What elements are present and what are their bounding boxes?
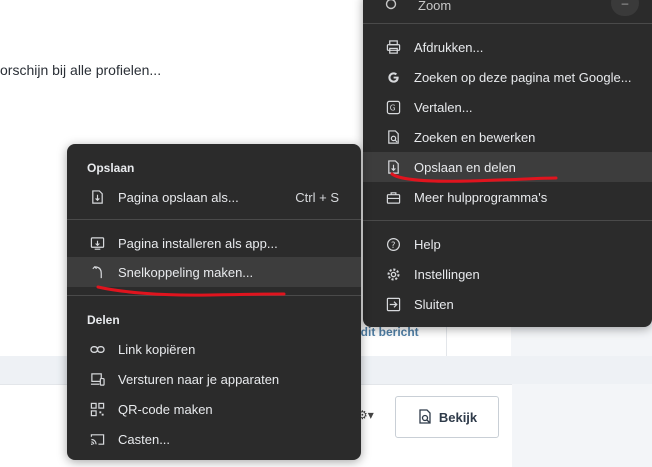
toolbox-icon xyxy=(385,189,401,205)
menu-item-help[interactable]: ? Help xyxy=(363,229,652,259)
separator xyxy=(67,219,361,220)
menu-item-qr-code[interactable]: QR-code maken xyxy=(67,394,361,424)
menu-item-cast[interactable]: Casten... xyxy=(67,424,361,454)
svg-text:G: G xyxy=(389,103,395,112)
save-share-icon xyxy=(385,159,401,175)
menu-item-find-edit[interactable]: Zoeken en bewerken xyxy=(363,122,652,152)
fullscreen-button[interactable]: – xyxy=(611,0,639,16)
menu-item-label: Afdrukken... xyxy=(414,39,484,55)
help-icon: ? xyxy=(385,236,401,252)
menu-item-label: Sluiten xyxy=(414,296,454,312)
svg-text:?: ? xyxy=(390,239,394,249)
menu-item-label: Meer hulpprogramma's xyxy=(414,189,548,205)
translate-icon: G xyxy=(385,99,401,115)
menu-item-label: Zoeken op deze pagina met Google... xyxy=(414,69,632,85)
menu-item-label: Opslaan en delen xyxy=(414,159,516,175)
menu-item-send-devices[interactable]: Versturen naar je apparaten xyxy=(67,364,361,394)
menu-item-install-app[interactable]: Pagina installeren als app... xyxy=(67,228,361,258)
shortcut-text: Ctrl + S xyxy=(295,189,339,205)
install-app-icon xyxy=(89,235,105,251)
google-icon xyxy=(385,69,401,85)
menu-item-save-share[interactable]: Opslaan en delen xyxy=(363,152,652,182)
gear-icon xyxy=(385,266,401,282)
qr-code-icon xyxy=(89,401,105,417)
menu-item-label: Versturen naar je apparaten xyxy=(118,371,280,387)
menu-item-create-shortcut[interactable]: Snelkoppeling maken... xyxy=(67,257,361,287)
profile-text: orschijn bij alle profielen... xyxy=(0,62,162,78)
menu-item-search-google[interactable]: Zoeken op deze pagina met Google... xyxy=(363,62,652,92)
menu-item-more-tools[interactable]: Meer hulpprogramma's xyxy=(363,182,652,212)
menu-item-settings[interactable]: Instellingen xyxy=(363,259,652,289)
menu-item-copy-link[interactable]: Link kopiëren xyxy=(67,334,361,364)
menu-item-label: Snelkoppeling maken... xyxy=(118,264,254,280)
section-save: Opslaan xyxy=(87,161,135,175)
find-edit-icon xyxy=(385,129,401,145)
separator xyxy=(363,220,652,221)
exit-icon xyxy=(385,296,401,312)
menu-item-save-page[interactable]: Pagina opslaan als... Ctrl + S xyxy=(67,182,361,212)
shortcut-icon xyxy=(89,264,105,280)
save-page-icon xyxy=(89,189,105,205)
save-share-submenu: Opslaan Pagina opslaan als... Ctrl + S P… xyxy=(67,144,361,460)
zoom-label: Zoom xyxy=(418,0,452,13)
menu-item-label: Help xyxy=(414,236,441,252)
preview-icon xyxy=(419,409,431,424)
menu-item-print[interactable]: Afdrukken... xyxy=(363,32,652,62)
link-icon xyxy=(89,341,105,357)
menu-item-label: Instellingen xyxy=(414,266,480,282)
separator xyxy=(67,295,361,296)
chrome-main-menu: Zoom – Afdrukken... Zoeken op deze pagin… xyxy=(363,0,652,327)
menu-item-label: Pagina installeren als app... xyxy=(118,235,278,251)
menu-item-label: Link kopiëren xyxy=(118,341,196,357)
menu-item-label: Vertalen... xyxy=(414,99,473,115)
menu-item-label: QR-code maken xyxy=(118,401,213,417)
menu-item-label: Zoeken en bewerken xyxy=(414,129,536,145)
view-button-label: Bekijk xyxy=(438,409,478,425)
printer-icon xyxy=(385,39,401,55)
menu-item-label: Casten... xyxy=(118,431,171,447)
menu-item-exit[interactable]: Sluiten xyxy=(363,289,652,319)
section-share: Delen xyxy=(87,313,120,327)
view-button[interactable]: Bekijk xyxy=(395,396,499,438)
devices-icon xyxy=(89,371,105,387)
menu-item-label: Pagina opslaan als... xyxy=(118,189,239,205)
zoom-icon xyxy=(385,0,401,12)
separator xyxy=(363,23,652,24)
menu-item-translate[interactable]: G Vertalen... xyxy=(363,92,652,122)
cast-icon xyxy=(89,431,105,447)
